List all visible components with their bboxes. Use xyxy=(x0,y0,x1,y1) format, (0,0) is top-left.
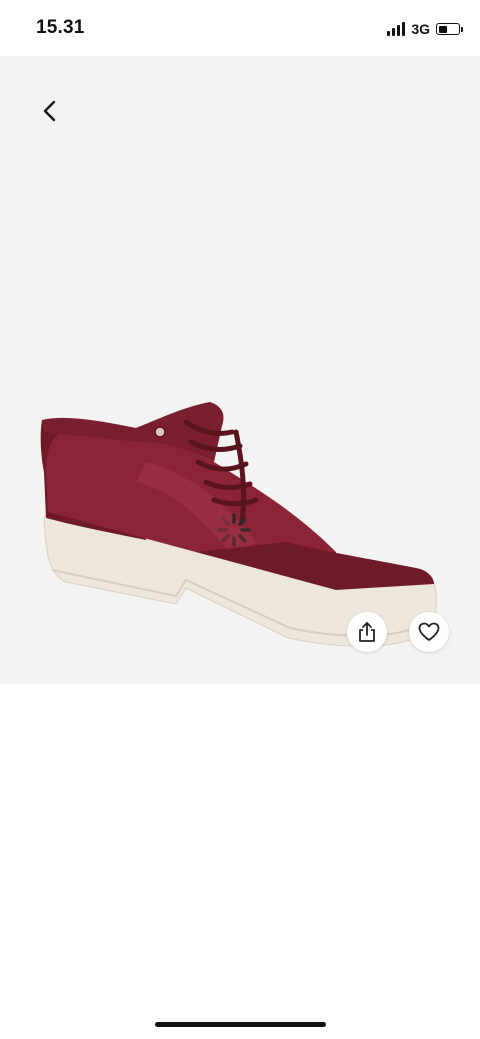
status-indicators: 3G xyxy=(387,19,463,39)
battery-icon xyxy=(436,23,463,35)
home-indicator[interactable] xyxy=(155,1022,326,1027)
share-button[interactable] xyxy=(347,612,387,652)
product-gallery[interactable] xyxy=(0,56,480,684)
favorite-button[interactable] xyxy=(409,612,449,652)
share-icon xyxy=(359,622,375,642)
loading-spinner-icon xyxy=(217,513,251,547)
status-time: 15.31 xyxy=(36,17,85,38)
status-bar: 15.31 3G xyxy=(0,0,480,56)
network-type: 3G xyxy=(411,21,430,37)
chevron-left-icon xyxy=(43,100,56,122)
signal-icon xyxy=(387,22,406,36)
back-button[interactable] xyxy=(28,89,72,133)
heart-icon xyxy=(418,622,440,641)
battery-level xyxy=(438,25,447,33)
